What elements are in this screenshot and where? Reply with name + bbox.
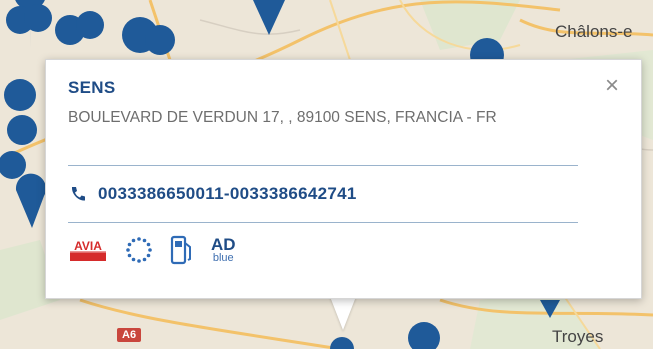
close-icon[interactable]: × bbox=[605, 74, 619, 98]
station-name: SENS bbox=[68, 78, 116, 97]
divider bbox=[68, 222, 578, 223]
phone-icon bbox=[71, 187, 85, 201]
services-row: AVIA AD blue bbox=[68, 235, 253, 265]
eu-stars-icon bbox=[125, 236, 153, 264]
phone-row[interactable]: 0033386650011-0033386642741 bbox=[68, 184, 357, 204]
adblue-icon: AD blue bbox=[211, 234, 236, 264]
svg-text:AVIA: AVIA bbox=[74, 239, 102, 253]
road-label-a6: A6 bbox=[117, 328, 142, 342]
popup-tail bbox=[329, 294, 357, 330]
city-label-troyes: Troyes bbox=[552, 327, 604, 346]
station-popup: SENS × BOULEVARD DE VERDUN 17, , 89100 S… bbox=[45, 59, 642, 299]
divider bbox=[68, 165, 578, 166]
fuel-pump-icon bbox=[170, 235, 194, 265]
station-address: BOULEVARD DE VERDUN 17, , 89100 SENS, FR… bbox=[68, 109, 497, 126]
phone-number[interactable]: 0033386650011-0033386642741 bbox=[98, 184, 357, 204]
city-label-chalons: Châlons-e bbox=[555, 22, 633, 41]
avia-icon: AVIA bbox=[68, 237, 108, 263]
